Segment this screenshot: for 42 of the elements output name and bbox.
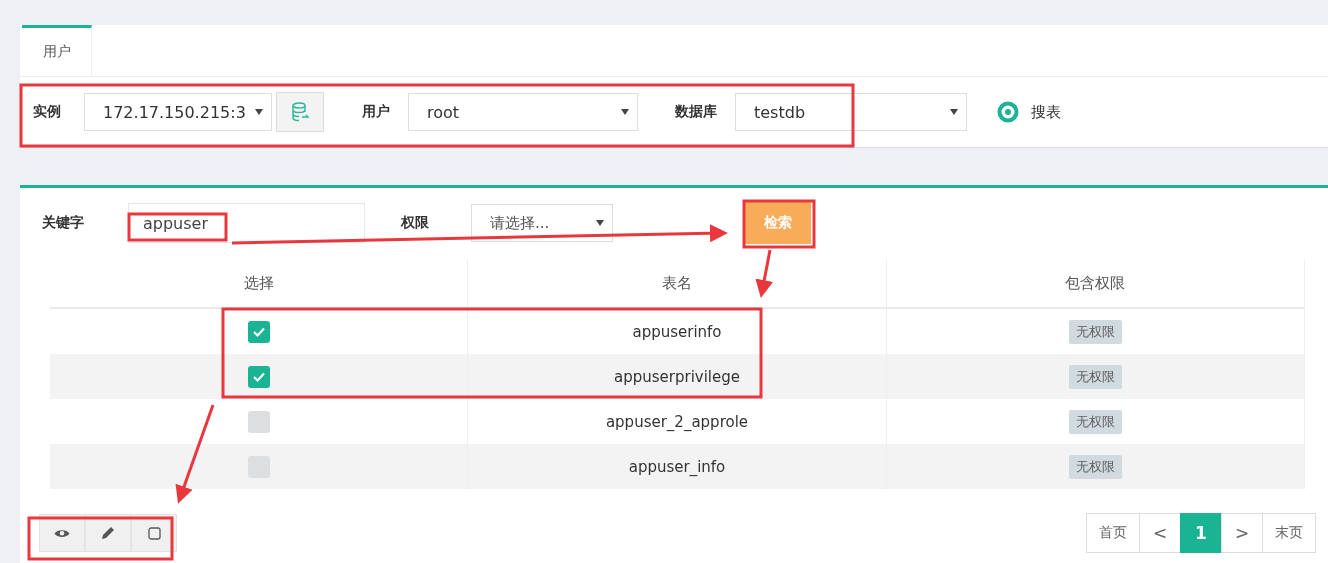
checkbox[interactable]: [247, 320, 270, 343]
caret-icon: [596, 220, 604, 226]
table-cell: appuser_info: [468, 444, 887, 489]
caret-icon: [255, 109, 263, 115]
last-page-button[interactable]: 末页: [1262, 513, 1316, 553]
privilege-tag: 无权限: [1068, 364, 1122, 389]
square-icon: [147, 526, 161, 540]
eye-icon: [54, 527, 70, 539]
column-header: 选择: [50, 259, 469, 307]
privilege-tag: 无权限: [1068, 409, 1122, 434]
annotation-arrow: [755, 249, 774, 298]
select-field[interactable]: 172.17.150.215:3: [84, 93, 272, 131]
check-icon: [251, 370, 266, 383]
next-page-button[interactable]: >: [1221, 513, 1263, 553]
database-icon: [291, 102, 309, 122]
check-icon: [251, 325, 266, 338]
privilege-tag: 无权限: [1068, 319, 1122, 344]
edit-button[interactable]: [85, 514, 131, 552]
select-field[interactable]: root: [408, 93, 638, 131]
table-cell: appuserprivilege: [468, 354, 887, 399]
checkbox[interactable]: [247, 410, 270, 433]
caret-icon: [950, 109, 958, 115]
radio-button[interactable]: [997, 101, 1019, 123]
field-label: 用户: [362, 103, 390, 121]
previous-page-button[interactable]: <: [1139, 513, 1181, 553]
tab[interactable]: 用户: [22, 25, 92, 76]
field-label: 实例: [33, 103, 61, 121]
field-label: 权限: [401, 214, 430, 232]
column-header: 表名: [468, 259, 887, 307]
column-header: 包含权限: [886, 259, 1305, 307]
checkbox[interactable]: [247, 365, 270, 388]
view-button[interactable]: [39, 514, 85, 552]
caret-icon: [621, 109, 629, 115]
database-button[interactable]: [276, 92, 324, 132]
pencil-icon: [101, 526, 115, 540]
radio-label: 搜表: [1031, 102, 1061, 122]
first-page-button[interactable]: 首页: [1086, 513, 1140, 553]
field-label: 关键字: [42, 214, 85, 232]
privilege-select[interactable]: 请选择...: [471, 204, 613, 242]
select-field[interactable]: testdb: [735, 93, 967, 131]
privilege-tag: 无权限: [1068, 454, 1122, 479]
field-label: 数据库: [675, 103, 717, 121]
